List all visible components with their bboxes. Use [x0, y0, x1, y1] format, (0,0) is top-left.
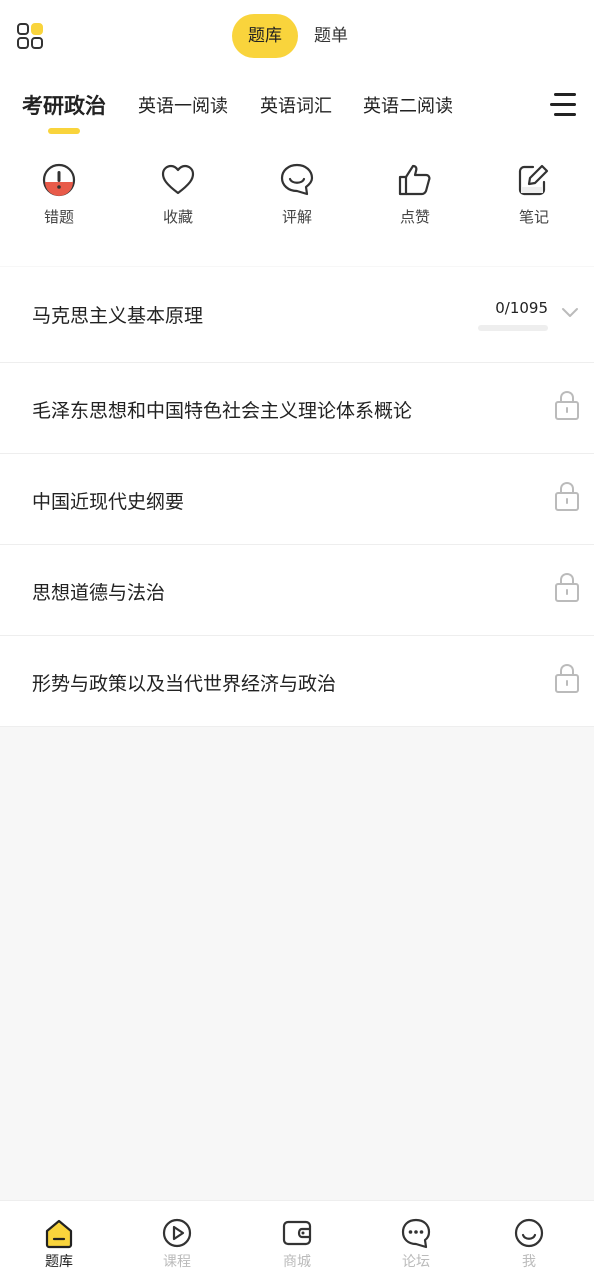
- lock-icon: [555, 663, 579, 693]
- home-icon: [45, 1219, 73, 1249]
- segment-question-bank[interactable]: 题库: [232, 14, 298, 58]
- tab-english-vocabulary[interactable]: 英语词汇: [260, 92, 332, 118]
- menu-icon[interactable]: [548, 90, 578, 120]
- segment-switch: 题库 题单: [232, 14, 364, 58]
- subject-title: 毛泽东思想和中国特色社会主义理论体系概论: [32, 400, 413, 422]
- favorites-button[interactable]: 收藏: [138, 162, 218, 227]
- mistakes-button[interactable]: 错题: [19, 162, 99, 227]
- chevron-down-icon[interactable]: [560, 305, 580, 319]
- subject-row[interactable]: 形势与政策以及当代世界经济与政治: [0, 636, 594, 727]
- top-bar: 题库 题单: [0, 0, 594, 72]
- tab-english-one-reading[interactable]: 英语一阅读: [138, 92, 228, 118]
- thumbs-up-icon: [398, 164, 431, 196]
- apps-grid-icon[interactable]: [16, 22, 46, 52]
- subject-title: 形势与政策以及当代世界经济与政治: [32, 673, 337, 695]
- active-tab-indicator: [48, 128, 80, 134]
- subject-title: 思想道德与法治: [32, 582, 166, 604]
- lock-icon: [555, 481, 579, 511]
- nav-me[interactable]: 我: [489, 1217, 569, 1271]
- wallet-icon: [282, 1220, 312, 1246]
- subject-title: 中国近现代史纲要: [32, 491, 185, 513]
- progress-count: 0/1095: [495, 299, 548, 317]
- smile-icon: [514, 1218, 544, 1248]
- chat-icon: [401, 1218, 431, 1249]
- play-icon: [162, 1218, 192, 1248]
- nav-forum[interactable]: 论坛: [376, 1217, 456, 1271]
- nav-mall[interactable]: 商城: [257, 1217, 337, 1271]
- progress-bar: [478, 325, 548, 331]
- subject-title: 马克思主义基本原理: [32, 305, 204, 327]
- tab-english-two-reading[interactable]: 英语二阅读: [363, 92, 453, 118]
- subject-list: 马克思主义基本原理 0/1095 毛泽东思想和中国特色社会主义理论体系概论 中国…: [0, 267, 594, 727]
- subject-row[interactable]: 毛泽东思想和中国特色社会主义理论体系概论: [0, 363, 594, 454]
- subject-row[interactable]: 中国近现代史纲要: [0, 454, 594, 545]
- tab-politics[interactable]: 考研政治: [22, 90, 106, 120]
- lock-icon: [555, 572, 579, 602]
- note-icon: [518, 164, 549, 196]
- segment-question-list[interactable]: 题单: [298, 14, 364, 58]
- quick-actions: 错题 收藏 评解 点赞 笔记: [0, 138, 594, 266]
- comment-icon: [280, 163, 314, 196]
- mistake-icon: [42, 163, 76, 197]
- app-screen: 题库 题单 考研政治 英语一阅读 英语词汇 英语二阅读 错题 收藏 评解 点赞 …: [0, 0, 594, 1280]
- subject-row[interactable]: 马克思主义基本原理 0/1095: [0, 267, 594, 363]
- comments-button[interactable]: 评解: [257, 162, 337, 227]
- bottom-nav: 题库 课程 商城 论坛 我: [0, 1200, 594, 1280]
- subject-row[interactable]: 思想道德与法治: [0, 545, 594, 636]
- heart-icon: [161, 164, 195, 195]
- nav-courses[interactable]: 课程: [137, 1217, 217, 1271]
- lock-icon: [555, 390, 579, 420]
- subject-tabs: 考研政治 英语一阅读 英语词汇 英语二阅读: [0, 72, 594, 138]
- likes-button[interactable]: 点赞: [375, 162, 455, 227]
- notes-button[interactable]: 笔记: [494, 162, 574, 227]
- nav-question-bank[interactable]: 题库: [19, 1217, 99, 1271]
